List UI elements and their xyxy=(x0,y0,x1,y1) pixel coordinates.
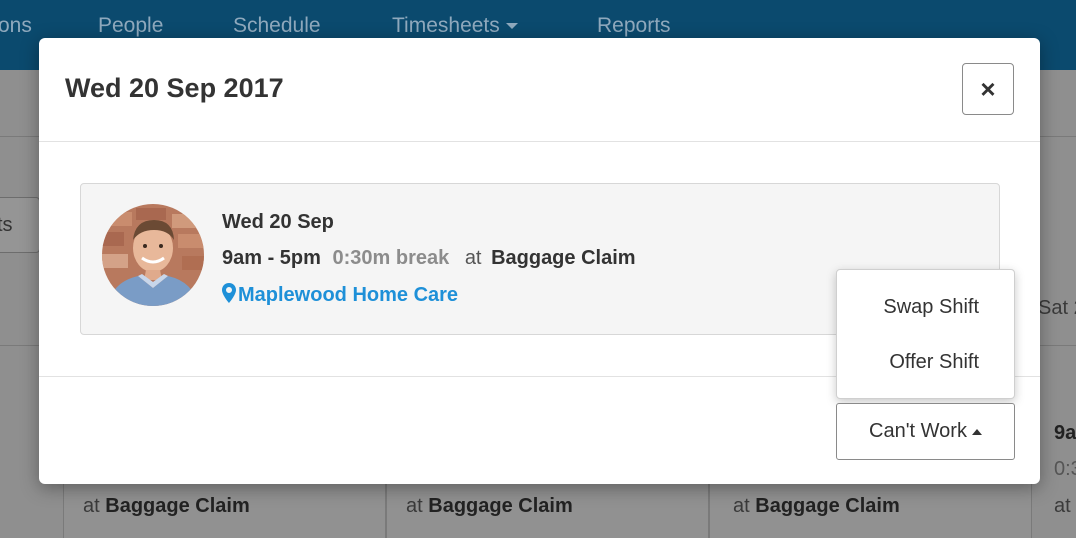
location-label: Baggage Claim xyxy=(755,495,900,517)
caret-up-icon xyxy=(971,428,982,435)
modal-header: Wed 20 Sep 2017 × xyxy=(39,38,1040,142)
nav-item-schedule[interactable]: Schedule xyxy=(233,14,321,38)
background-button[interactable]: ts xyxy=(0,197,40,253)
workplace-name: Maplewood Home Care xyxy=(238,284,459,306)
nav-item-timesheets-label: Timesheets xyxy=(392,14,500,37)
nav-item-reports[interactable]: Reports xyxy=(597,14,671,38)
avatar-photo xyxy=(102,204,204,306)
modal-title: Wed 20 Sep 2017 xyxy=(65,73,284,103)
swap-shift-menu-item[interactable]: Swap Shift xyxy=(837,282,1014,332)
close-icon: × xyxy=(980,74,996,104)
background-shift-time: 9a xyxy=(1054,422,1076,444)
location-label: Baggage Claim xyxy=(105,495,250,517)
shift-hours: 9am - 5pm xyxy=(222,247,321,269)
shift-time-row: 9am - 5pm 0:30m break at Baggage Claim xyxy=(222,247,636,270)
chevron-down-icon xyxy=(505,23,518,30)
nav-item-timesheets[interactable]: Timesheets xyxy=(392,14,518,38)
cant-work-button[interactable]: Can't Work xyxy=(836,403,1015,460)
background-day-header: Sat 2 xyxy=(1038,297,1076,319)
shift-date: Wed 20 Sep xyxy=(222,211,334,233)
cant-work-label: Can't Work xyxy=(869,420,967,442)
shift-position: Baggage Claim xyxy=(491,247,636,269)
avatar xyxy=(102,204,204,306)
at-label: at xyxy=(83,495,100,517)
offer-shift-menu-item[interactable]: Offer Shift xyxy=(837,337,1014,387)
nav-item-people[interactable]: People xyxy=(98,14,163,38)
cant-work-dropdown-menu: Swap Shift Offer Shift xyxy=(836,269,1015,399)
at-label: at xyxy=(406,495,423,517)
map-pin-icon xyxy=(222,283,236,303)
background-shift-at: at xyxy=(1054,495,1071,517)
close-button[interactable]: × xyxy=(962,63,1014,115)
workplace-link[interactable]: Maplewood Home Care xyxy=(222,283,458,307)
shift-break: 0:30m break xyxy=(332,247,450,269)
shift-at-label: at xyxy=(464,247,482,269)
at-label: at xyxy=(733,495,750,517)
location-label: Baggage Claim xyxy=(428,495,573,517)
background-shift-break: 0:3 xyxy=(1054,458,1076,480)
shift-modal: Wed 20 Sep 2017 × Wed 20 Sep 9am - 5pm 0… xyxy=(39,38,1040,484)
nav-item-options[interactable]: ons xyxy=(0,14,32,38)
